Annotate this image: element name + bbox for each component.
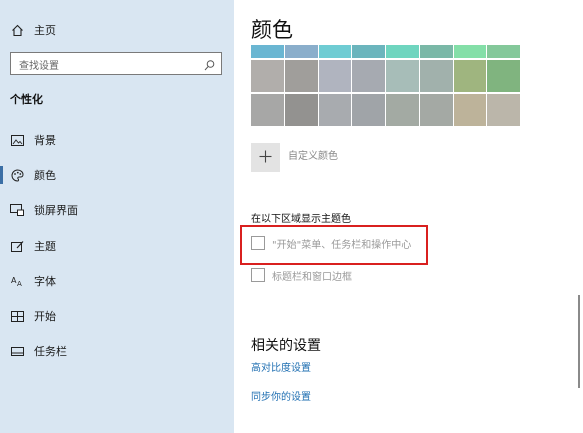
main-content: 颜色 自定义颜色 在以下区域显示主题色 "开始"菜单、任务栏和操作中心 标题栏和… [234, 0, 583, 433]
color-swatch[interactable] [419, 45, 453, 58]
titlebars-window-borders-checkbox[interactable] [251, 268, 265, 282]
color-swatch[interactable] [251, 45, 284, 58]
color-swatch[interactable] [284, 45, 318, 58]
color-swatch[interactable] [318, 60, 352, 92]
picture-icon [10, 133, 24, 147]
scrollbar[interactable] [578, 295, 580, 388]
color-swatch[interactable] [352, 94, 385, 126]
sidebar-item-start[interactable]: 开始 [0, 301, 234, 331]
start-grid-icon [10, 309, 24, 323]
sidebar-item-colors[interactable]: 颜色 [0, 160, 234, 190]
section-title: 个性化 [10, 93, 43, 106]
theme-brush-icon [10, 239, 24, 253]
plus-icon [259, 148, 272, 167]
color-swatch[interactable] [284, 94, 318, 126]
sidebar-item-label: 字体 [34, 275, 56, 288]
page-title: 颜色 [251, 18, 293, 42]
custom-color-label: 自定义颜色 [288, 151, 338, 162]
high-contrast-settings-link[interactable]: 高对比度设置 [251, 359, 311, 374]
color-swatch[interactable] [386, 45, 419, 58]
color-swatch[interactable] [352, 60, 385, 92]
swatch-top-row [251, 45, 521, 58]
color-swatch[interactable] [453, 45, 487, 58]
sidebar-item-fonts[interactable]: AA 字体 [0, 266, 234, 296]
color-swatch[interactable] [251, 60, 284, 92]
color-swatch[interactable] [318, 45, 352, 58]
home-icon [10, 23, 24, 37]
sidebar-item-lock-screen[interactable]: 锁屏界面 [0, 195, 234, 225]
color-swatch[interactable] [487, 60, 520, 92]
sidebar: 主页 查找设置 个性化 背景 颜色 锁屏界面 主题 AA 字体 开始 任务栏 [0, 0, 234, 433]
sidebar-item-label: 颜色 [34, 169, 56, 182]
titlebars-window-borders-label: 标题栏和窗口边框 [272, 272, 352, 283]
sidebar-item-background[interactable]: 背景 [0, 125, 234, 155]
lock-screen-icon [10, 203, 24, 217]
search-input[interactable]: 查找设置 [10, 52, 222, 75]
accent-surfaces-heading: 在以下区域显示主题色 [251, 214, 351, 225]
color-swatch[interactable] [284, 60, 318, 92]
related-settings-heading: 相关的设置 [251, 338, 321, 354]
font-icon: AA [10, 274, 24, 288]
active-indicator [0, 166, 3, 184]
color-swatch[interactable] [318, 94, 352, 126]
svg-text:A: A [17, 280, 22, 287]
sidebar-item-label: 锁屏界面 [34, 204, 78, 217]
sidebar-item-label: 任务栏 [34, 345, 67, 358]
sidebar-home-label: 主页 [34, 24, 56, 37]
search-icon [203, 57, 216, 71]
swatch-row [251, 60, 521, 92]
color-swatch[interactable] [386, 94, 419, 126]
color-swatch[interactable] [453, 94, 487, 126]
add-custom-color-button[interactable] [251, 143, 280, 172]
start-taskbar-action-center-checkbox[interactable] [251, 236, 265, 250]
color-swatch[interactable] [352, 45, 385, 58]
color-swatch[interactable] [251, 94, 284, 126]
taskbar-icon [10, 344, 24, 358]
color-swatch[interactable] [453, 60, 487, 92]
sync-settings-link[interactable]: 同步你的设置 [251, 388, 311, 403]
sidebar-item-label: 开始 [34, 310, 56, 323]
search-placeholder: 查找设置 [19, 61, 59, 72]
color-swatch[interactable] [419, 60, 453, 92]
sidebar-item-label: 主题 [34, 240, 56, 253]
palette-icon [10, 168, 24, 182]
color-swatch[interactable] [386, 60, 419, 92]
sidebar-item-home[interactable]: 主页 [0, 15, 234, 45]
color-swatch[interactable] [419, 94, 453, 126]
color-swatch[interactable] [487, 94, 520, 126]
sidebar-item-themes[interactable]: 主题 [0, 231, 234, 261]
color-swatch-grid [251, 45, 521, 126]
color-swatch[interactable] [487, 45, 520, 58]
sidebar-item-label: 背景 [34, 134, 56, 147]
sidebar-item-taskbar[interactable]: 任务栏 [0, 336, 234, 366]
start-taskbar-action-center-label: "开始"菜单、任务栏和操作中心 [272, 240, 412, 251]
swatch-row [251, 94, 521, 126]
